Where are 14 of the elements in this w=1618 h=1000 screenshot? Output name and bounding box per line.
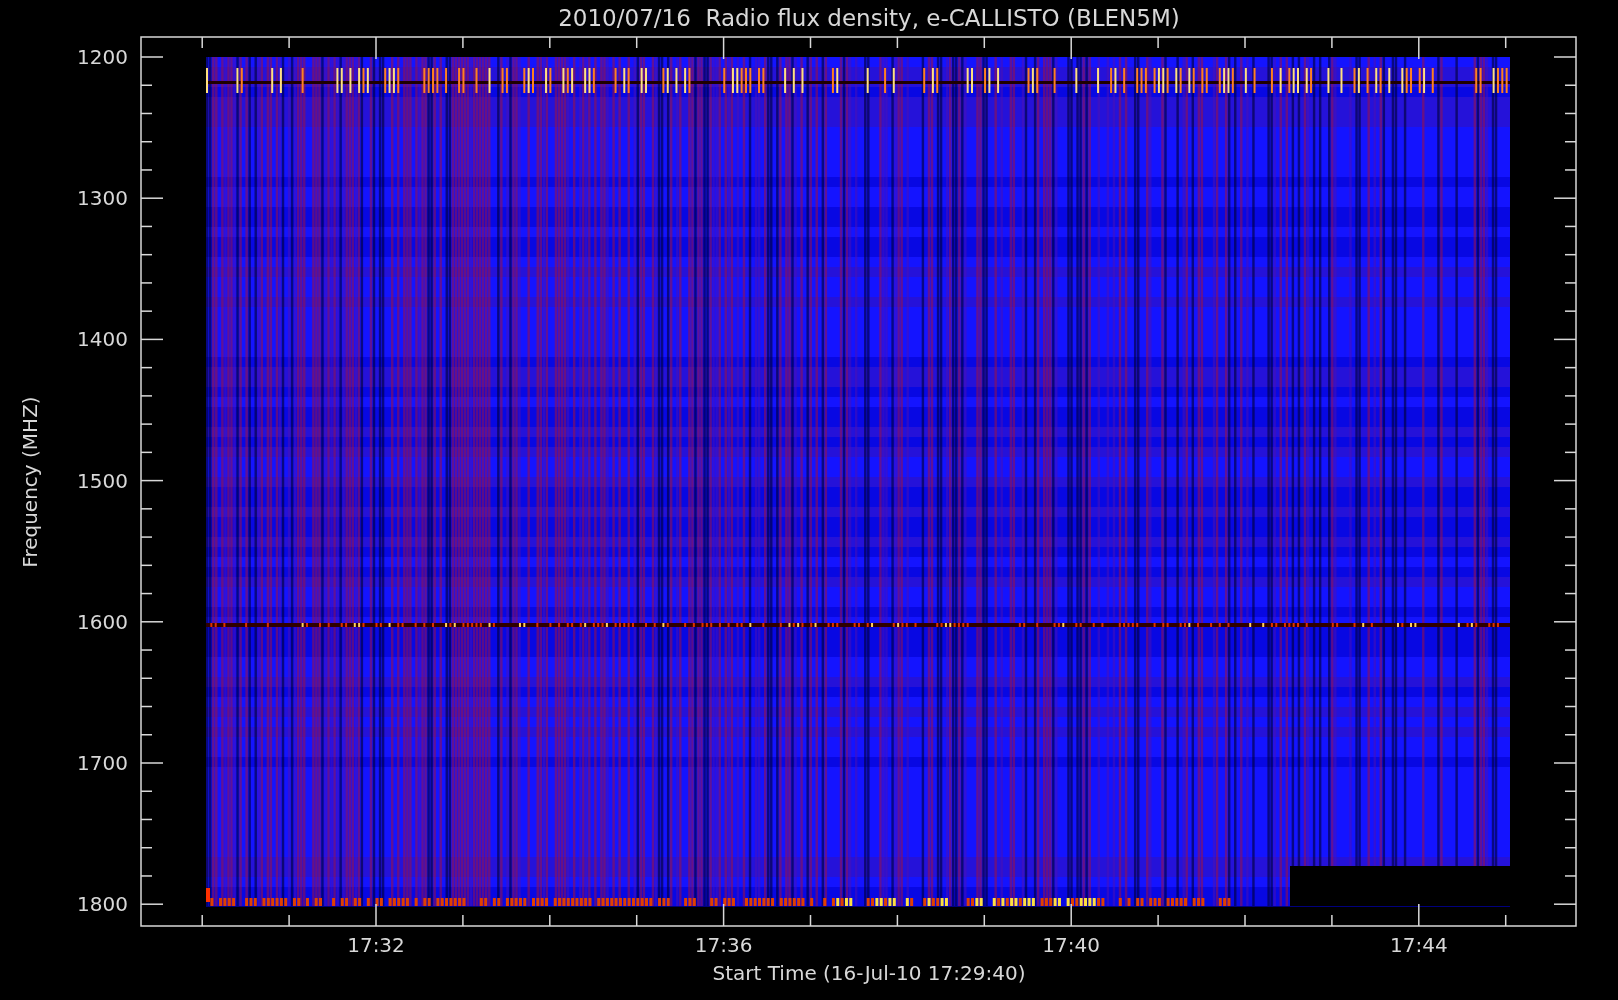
tick-label: 17:36	[694, 933, 753, 957]
tick-label: 17:44	[1390, 933, 1448, 957]
tick-label: 1300	[77, 186, 128, 211]
tick-label: 1200	[77, 45, 128, 69]
tick-label: 17:40	[1042, 933, 1100, 957]
tick-label: 1700	[77, 751, 128, 775]
chart-title: 2010/07/16 Radio flux density, e-CALLISTO (BLEN5M)	[558, 4, 1180, 33]
tick-label: 17:32	[347, 933, 405, 957]
axis-label: Frequency (MHZ)	[18, 395, 42, 568]
tick-label: 1500	[77, 468, 128, 493]
tick-label: 1800	[77, 892, 128, 917]
tick-label: 1600	[77, 609, 128, 634]
axis-label: Start Time (16-Jul-10 17:29:40)	[712, 961, 1026, 985]
tick-label: 1400	[77, 327, 128, 352]
